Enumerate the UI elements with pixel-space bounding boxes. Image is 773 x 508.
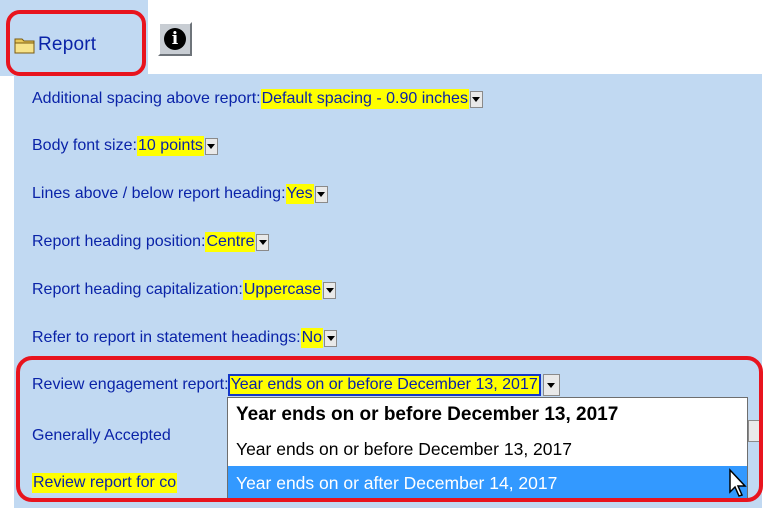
setting-value[interactable]: Uppercase xyxy=(242,280,323,300)
setting-label: Report heading position: xyxy=(32,233,206,250)
chevron-down-icon xyxy=(326,335,335,341)
chevron-down-icon xyxy=(325,287,334,293)
setting-row-lines-heading: Lines above / below report heading: Yes xyxy=(32,181,328,207)
setting-value[interactable]: Yes xyxy=(285,184,314,204)
dropdown-option-current[interactable]: Year ends on or before December 13, 2017 xyxy=(228,398,747,432)
dropdown-button[interactable] xyxy=(469,90,483,108)
setting-label: Refer to report in statement headings: xyxy=(32,329,301,346)
chevron-down-icon xyxy=(207,143,216,149)
setting-row-spacing: Additional spacing above report: Default… xyxy=(32,86,483,112)
setting-label: Generally Accepted xyxy=(32,427,171,444)
dropdown-button[interactable] xyxy=(542,374,560,396)
setting-row-review-report: Review report for co xyxy=(32,470,178,496)
setting-value[interactable]: 10 points xyxy=(136,136,204,156)
setting-label: Review engagement report: xyxy=(32,376,229,393)
mouse-cursor-icon xyxy=(729,468,747,497)
setting-label: Body font size: xyxy=(32,137,137,154)
setting-value[interactable]: Year ends on or before December 13, 2017 xyxy=(227,374,541,396)
setting-row-refer-report: Refer to report in statement headings: N… xyxy=(32,325,338,351)
dropdown-option-highlighted[interactable]: Year ends on or after December 14, 2017 xyxy=(228,466,747,500)
dropdown-option[interactable]: Year ends on or before December 13, 2017 xyxy=(228,432,747,466)
setting-row-capitalization: Report heading capitalization: Uppercase xyxy=(32,277,337,303)
setting-row-heading-position: Report heading position: Centre xyxy=(32,229,270,255)
setting-value[interactable]: Default spacing - 0.90 inches xyxy=(260,89,469,109)
dropdown-button[interactable] xyxy=(204,137,218,155)
chevron-down-icon xyxy=(547,382,556,388)
setting-value[interactable]: No xyxy=(300,328,324,348)
chevron-down-icon xyxy=(258,239,267,245)
dropdown-button[interactable] xyxy=(323,281,337,299)
hidden-dropdown-button[interactable] xyxy=(748,420,762,442)
dropdown-button[interactable] xyxy=(256,233,270,251)
setting-value[interactable]: Centre xyxy=(205,232,256,252)
chevron-down-icon xyxy=(472,96,481,102)
chevron-down-icon xyxy=(317,191,326,197)
setting-row-gaap: Generally Accepted xyxy=(32,423,171,449)
setting-row-font-size: Body font size: 10 points xyxy=(32,133,218,159)
setting-label: Additional spacing above report: xyxy=(32,90,261,107)
dropdown-button[interactable] xyxy=(324,329,338,347)
info-icon: i xyxy=(164,28,186,50)
dropdown-listbox[interactable]: Year ends on or before December 13, 2017… xyxy=(227,397,748,501)
setting-label[interactable]: Review report for co xyxy=(32,473,178,493)
info-button[interactable]: i xyxy=(158,22,192,56)
setting-label: Lines above / below report heading: xyxy=(32,185,286,202)
setting-label: Report heading capitalization: xyxy=(32,281,243,298)
report-tab-callout xyxy=(6,10,146,76)
setting-row-review-engagement: Review engagement report: Year ends on o… xyxy=(32,372,560,398)
dropdown-button[interactable] xyxy=(314,185,328,203)
